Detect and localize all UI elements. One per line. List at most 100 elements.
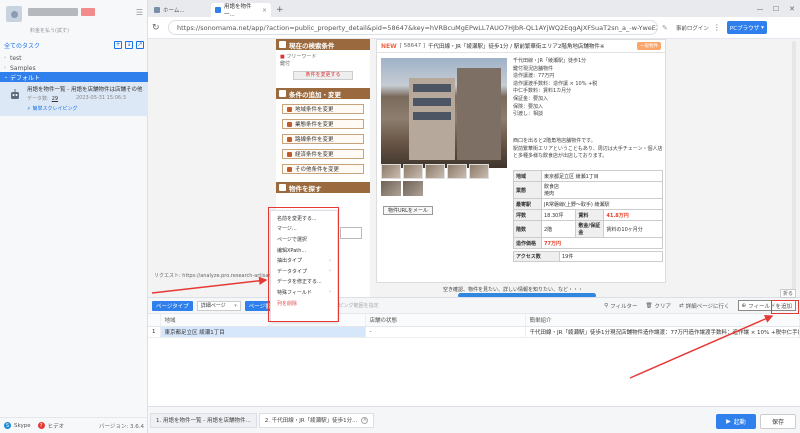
task-item[interactable]: 用語を物件一覧 - 用語を店舗物件は店舗その他 データ数: 29 2023-05-… xyxy=(0,82,148,116)
desc-line: 保証金：要加入 xyxy=(513,95,549,102)
web-page-view: 現在の検索条件 ■ フリーワード 鍵付 条件を変更する 条件の追加・変更 地域条… xyxy=(148,39,800,297)
tsubo-label: 坪数 xyxy=(513,209,542,221)
thumbnail[interactable] xyxy=(425,164,445,179)
business-label: 業態 xyxy=(513,181,542,199)
property-info-table: 地域 東京都足立区 綾瀬1丁目 業態 飲食店 焼肉 最寄駅 JR常磐線(上野〜取… xyxy=(513,170,663,249)
button-label: 路線条件を変更 xyxy=(295,137,334,143)
user-name-blurred xyxy=(28,8,78,16)
table-cell[interactable]: 東京都足立区 綾瀬1丁目 xyxy=(160,326,366,338)
page-tab-detail[interactable]: 2. 千代田線・JR「綾瀬駅」徒歩1分... × xyxy=(258,412,375,428)
trash-icon: 🗑 xyxy=(645,302,653,309)
button-label: 業態条件を変更 xyxy=(295,122,334,128)
start-label: 起動 xyxy=(733,419,746,426)
data-table: 地域 店舗の状態 簡単紹介 1 東京都足立区 綾瀬1丁目 - 千代田線・JR「綾… xyxy=(148,314,800,338)
close-window-icon[interactable]: ✕ xyxy=(784,0,800,17)
plus-circle-icon: ⊕ xyxy=(741,302,747,309)
more-icon[interactable]: ⋮ xyxy=(713,23,721,32)
add-folder-icon[interactable]: + xyxy=(114,41,122,49)
business-value-2: 焼肉 xyxy=(544,191,555,197)
user-row[interactable] xyxy=(0,0,148,36)
photo-thumbnails xyxy=(381,164,489,179)
change-economy-button[interactable]: 経済条件を変更 xyxy=(282,149,364,159)
thumbnail[interactable] xyxy=(381,181,401,196)
data-count-label: データ数: xyxy=(27,96,49,102)
page-type-select[interactable]: 詳細ページ ▾ xyxy=(196,300,241,311)
pricing-link[interactable]: 料金を払う(試す) xyxy=(30,27,69,34)
help-label[interactable]: ヒデオ xyxy=(48,422,65,430)
new-tab-icon[interactable]: + xyxy=(272,3,288,17)
data-count-value[interactable]: 29 xyxy=(52,96,58,102)
table-cell[interactable]: 千代田線・JR「綾瀬駅」徒歩1分現況店舗物件造作讓渡：77万円造作讓渡手数料：造… xyxy=(525,326,800,338)
browser-tabbar: ホーム... 用語を物件一... × + — ☐ ✕ xyxy=(148,0,800,18)
pc-browser-label: PCブラウザ xyxy=(729,25,760,32)
tree-label: test xyxy=(10,54,22,62)
export-icon[interactable]: ↗ xyxy=(136,41,144,49)
change-other-button[interactable]: その他条件を変更 xyxy=(282,164,364,174)
easy-scraping-label: 簡単スクレイピング xyxy=(32,106,78,112)
change-area-button[interactable]: 地域条件を変更 xyxy=(282,104,364,114)
filter-icon: ⚲ xyxy=(604,302,609,309)
save-button[interactable]: 保存 xyxy=(760,414,796,429)
minimize-icon[interactable]: — xyxy=(752,0,768,17)
pre-login-button[interactable]: 事前ログイン xyxy=(676,24,709,32)
area-value[interactable]: 東京都足立区 綾瀬1丁目 xyxy=(541,170,663,182)
cond-line: 鍵付 xyxy=(280,61,291,67)
close-icon[interactable]: × xyxy=(361,416,369,424)
close-icon[interactable]: × xyxy=(262,7,267,14)
collapse-button[interactable]: 折る xyxy=(780,289,797,298)
go-detail-button[interactable]: ⇄ 詳細ページに行く xyxy=(679,302,730,310)
annotation-highlight-add-field xyxy=(771,300,799,314)
robot-icon xyxy=(11,89,19,99)
thumbnail[interactable] xyxy=(403,164,423,179)
station-label: 最寄駅 xyxy=(513,198,542,210)
easy-scraping-link[interactable]: ⚡ 簡単スクレイピング xyxy=(27,105,78,113)
thumbnail[interactable] xyxy=(447,164,467,179)
edit-icon[interactable]: ✎ xyxy=(662,24,668,32)
search-box[interactable] xyxy=(340,227,362,239)
change-business-button[interactable]: 業態条件を変更 xyxy=(282,119,364,129)
clear-button[interactable]: 🗑 クリア xyxy=(646,302,672,310)
page-tab-list[interactable]: 1. 用語を物件一覧 - 用語を店舗物件... xyxy=(150,412,257,428)
refresh-icon[interactable]: ↻ xyxy=(152,23,164,33)
tab-home[interactable]: ホーム... xyxy=(150,3,210,17)
url-input[interactable]: https://sonomama.net/app/?action=public_… xyxy=(168,20,658,35)
column-header[interactable]: 簡単紹介 xyxy=(525,314,800,327)
table-row[interactable]: 1 東京都足立区 綾瀬1丁目 - 千代田線・JR「綾瀬駅」徒歩1分現況店舗物件造… xyxy=(148,326,800,338)
tree-folder-test[interactable]: › test xyxy=(0,53,148,63)
avatar[interactable] xyxy=(6,6,22,22)
help-icon[interactable]: ? xyxy=(37,422,45,429)
add-conditions-header: 条件の追加・変更 xyxy=(276,88,370,99)
email-url-button[interactable]: 物件URLをメール xyxy=(383,206,433,215)
pc-browser-button[interactable]: PCブラウザ ▾ xyxy=(726,21,767,34)
cond-line: フリーワード xyxy=(286,54,317,60)
change-conditions-button[interactable]: 条件を変更する xyxy=(293,71,353,80)
area-label: 地域 xyxy=(513,170,542,182)
maximize-icon[interactable]: ☐ xyxy=(768,0,784,17)
desc-line: 引渡し：相談 xyxy=(513,111,544,118)
page-icon xyxy=(215,7,221,13)
filter-button[interactable]: ⚲ フィルター xyxy=(604,302,637,310)
start-button[interactable]: ▶ 起動 xyxy=(716,414,756,429)
import-icon[interactable]: ↓ xyxy=(125,41,133,49)
thumbnail[interactable] xyxy=(381,164,401,179)
sidebar: 料金を払う(試す) ☰ 全てのタスク + ↓ ↗ › test › Sample… xyxy=(0,0,148,433)
collapse-sidebar-icon[interactable]: ☰ xyxy=(136,8,143,17)
column-header[interactable]: 店舗の状態 xyxy=(365,314,526,327)
thumbnail[interactable] xyxy=(469,164,489,179)
skype-label[interactable]: Skype xyxy=(14,423,31,429)
page-scrollbar[interactable] xyxy=(792,41,796,291)
desc-line: 西口を出ると2階角地店舗物件です。 xyxy=(513,138,596,144)
property-photo[interactable] xyxy=(381,58,507,168)
thumbnail[interactable] xyxy=(403,181,423,196)
tab-property-list[interactable]: 用語を物件一... × xyxy=(211,3,271,18)
all-tasks-label[interactable]: 全てのタスク xyxy=(4,41,40,50)
change-route-button[interactable]: 路線条件を変更 xyxy=(282,134,364,144)
tree-folder-default[interactable]: ⌄ デフォルト xyxy=(0,72,148,82)
skype-icon[interactable]: S xyxy=(4,422,11,429)
page-tab-label: 1. 用語を物件一覧 - 用語を店舗物件... xyxy=(156,418,251,424)
property-title: 千代田線・JR「綾瀬駅」徒歩1分 / 駅前繁華街エリア2階角地店舗物件※ xyxy=(428,44,605,50)
table-cell[interactable]: - xyxy=(365,326,526,338)
deposit-value: 賃料の10ヶ月分 xyxy=(603,220,663,238)
business-value-1: 飲食店 xyxy=(544,184,560,190)
page-type-button[interactable]: ページタイプ xyxy=(152,300,193,311)
